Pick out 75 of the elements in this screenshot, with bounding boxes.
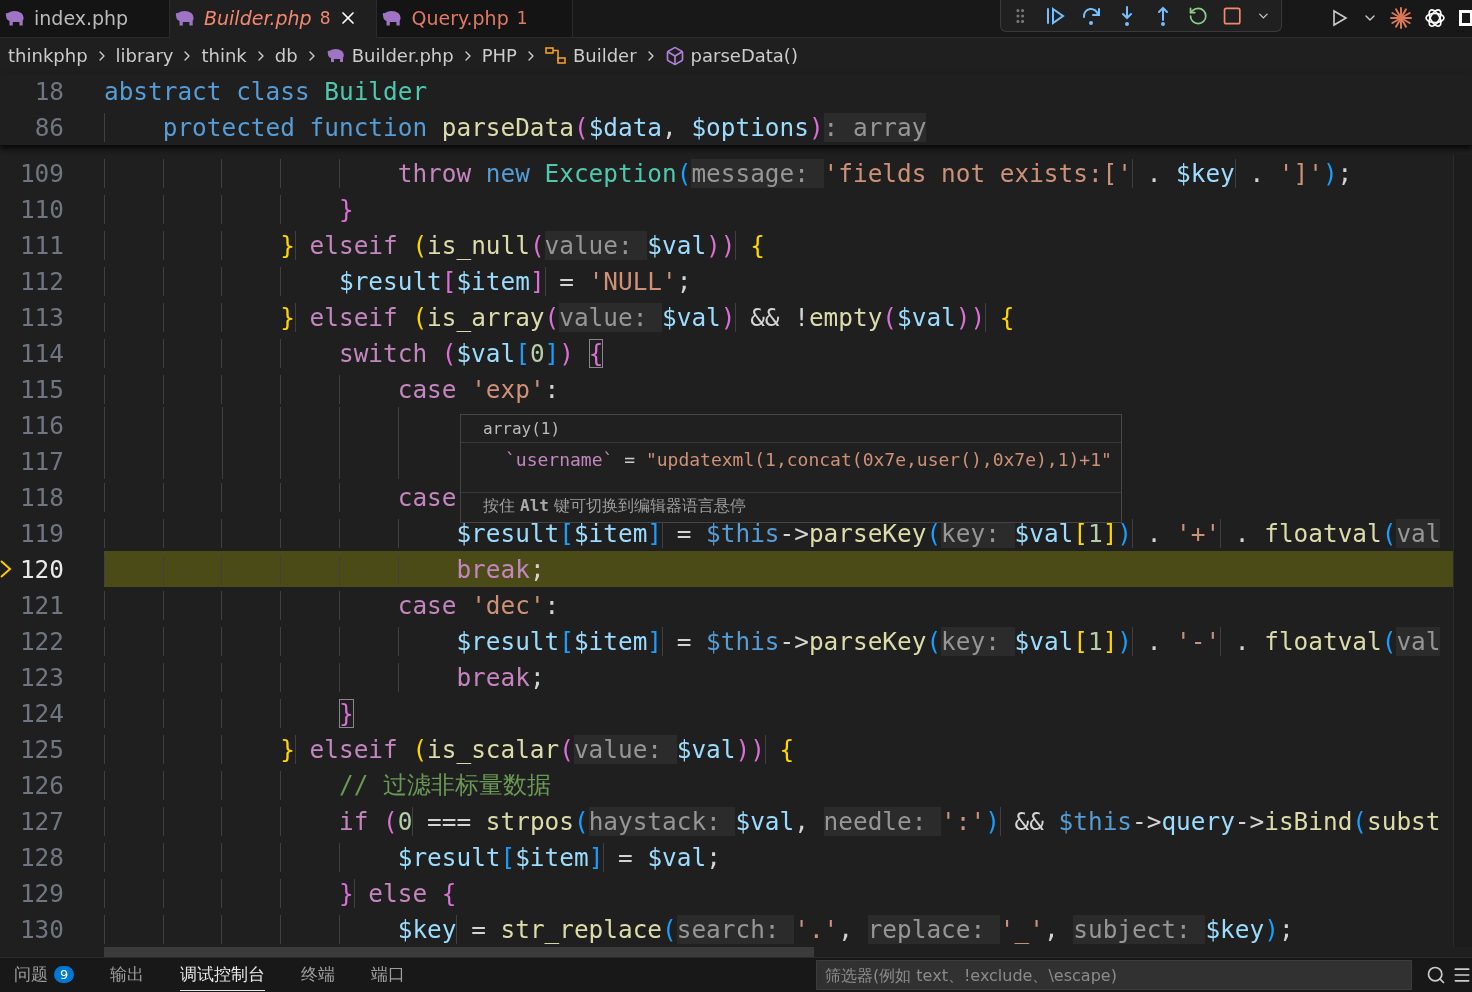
line-number: 130 <box>18 914 64 944</box>
line-number: 129 <box>18 878 64 908</box>
code-line: if (0 === strpos(haystack: $val, needle: ':') && $this->query->isBind(subst <box>104 803 1453 840</box>
code-line: } <box>104 695 1453 732</box>
panel-tab[interactable]: 调试控制台 <box>180 959 266 992</box>
tab-label: Query.php <box>411 7 509 30</box>
line-number: 116 <box>18 410 64 440</box>
code-line: protected function parseData($data, $options): array <box>104 109 1472 146</box>
line-number: 111 <box>18 230 64 260</box>
hover-hint: 按住 Alt 键可切换到编辑器语言悬停 <box>483 496 747 516</box>
hover-type: array(1) <box>483 419 561 439</box>
code-line: } else { <box>104 875 1453 912</box>
code-line: abstract class Builder <box>104 75 429 108</box>
code-line: } elseif (is_null(value: $val)) { <box>104 227 1453 264</box>
breadcrumb[interactable]: think <box>201 45 247 67</box>
code-line: // 过滤非标量数据 <box>104 767 1453 804</box>
knot-icon[interactable] <box>1424 7 1446 30</box>
breadcrumb[interactable]: library <box>115 45 174 67</box>
line-number: 123 <box>18 662 64 692</box>
breadcrumb[interactable]: db <box>274 45 298 67</box>
code-line: switch ($val[0]) { <box>104 335 1453 372</box>
line-number: 121 <box>18 590 64 620</box>
line-number: 18 <box>33 76 64 106</box>
line-number: 113 <box>18 302 64 332</box>
class-icon <box>544 45 567 66</box>
breadcrumb[interactable]: PHP <box>481 45 517 67</box>
code-line: $result[$item] = $this->parseKey(key: $val[1]) . '-' . floatval(val <box>104 623 1453 660</box>
line-number: 112 <box>18 266 64 296</box>
panel-tab[interactable]: 终端 <box>301 959 336 992</box>
line-number: 126 <box>18 770 64 800</box>
code-line: $result[$item] = $val; <box>104 839 1453 876</box>
line-number: 117 <box>18 446 64 476</box>
line-number: 127 <box>18 806 64 836</box>
starburst-icon[interactable] <box>1390 7 1412 30</box>
panel-tab[interactable]: 输出 <box>110 959 145 992</box>
code-line: $key = str_replace(search: '.', replace: '_', subject: $key); <box>104 911 1453 948</box>
line-number: 110 <box>18 194 64 224</box>
line-number: 114 <box>18 338 64 368</box>
code-line: } elseif (is_scalar(value: $val)) { <box>104 731 1453 768</box>
breadcrumb[interactable]: parseData() <box>690 45 798 67</box>
search-icon[interactable] <box>1426 965 1446 986</box>
filter-field[interactable]: 筛选器(例如 text、!exclude、\escape) <box>816 960 1412 991</box>
editor-tab[interactable]: Builder.php 8 <box>170 0 378 38</box>
line-number: 109 <box>18 158 64 188</box>
line-number: 120 <box>18 554 64 584</box>
line-number: 115 <box>18 374 64 404</box>
tab-label: index.php <box>34 7 129 30</box>
error-count: 1 <box>516 8 528 29</box>
code-line: $result[$item] = 'NULL'; <box>104 263 1453 300</box>
panel-tab[interactable]: 问题 9 <box>14 959 75 992</box>
breadcrumb[interactable]: Builder <box>572 45 637 67</box>
line-number: 86 <box>33 112 64 142</box>
code-line: } <box>104 191 1453 228</box>
editor-tab[interactable]: index.php <box>0 0 170 38</box>
tab-label: Builder.php <box>204 7 312 30</box>
code-line: } elseif (is_array(value: $val) && !empty($val)) { <box>104 299 1453 336</box>
cube-icon <box>664 45 685 66</box>
line-number: 125 <box>18 734 64 764</box>
line-number: 124 <box>18 698 64 728</box>
panel-tab[interactable]: 端口 <box>371 959 406 992</box>
error-count: 8 <box>319 8 331 29</box>
hover-value: `username` = "updatexml(1,concat(0x7e,user(),0x7e),1)+1" <box>505 449 1112 471</box>
code-line: case 'exp': <box>104 371 1453 408</box>
breadcrumb[interactable]: Builder.php <box>351 45 454 67</box>
line-number: 119 <box>18 518 64 548</box>
line-number: 118 <box>18 482 64 512</box>
code-line: throw new Exception(message: 'fields not exists:[' . $key . ']'); <box>104 155 1453 192</box>
code-line: case 'dec': <box>104 587 1453 624</box>
count-badge: 9 <box>54 966 75 984</box>
line-number: 128 <box>18 842 64 872</box>
scrollbar-thumb[interactable] <box>104 947 814 958</box>
code-line: break; <box>104 659 1453 696</box>
line-number: 122 <box>18 626 64 656</box>
editor-tab[interactable]: Query.php 1 <box>377 0 574 38</box>
breadcrumb[interactable]: thinkphp <box>8 45 88 67</box>
